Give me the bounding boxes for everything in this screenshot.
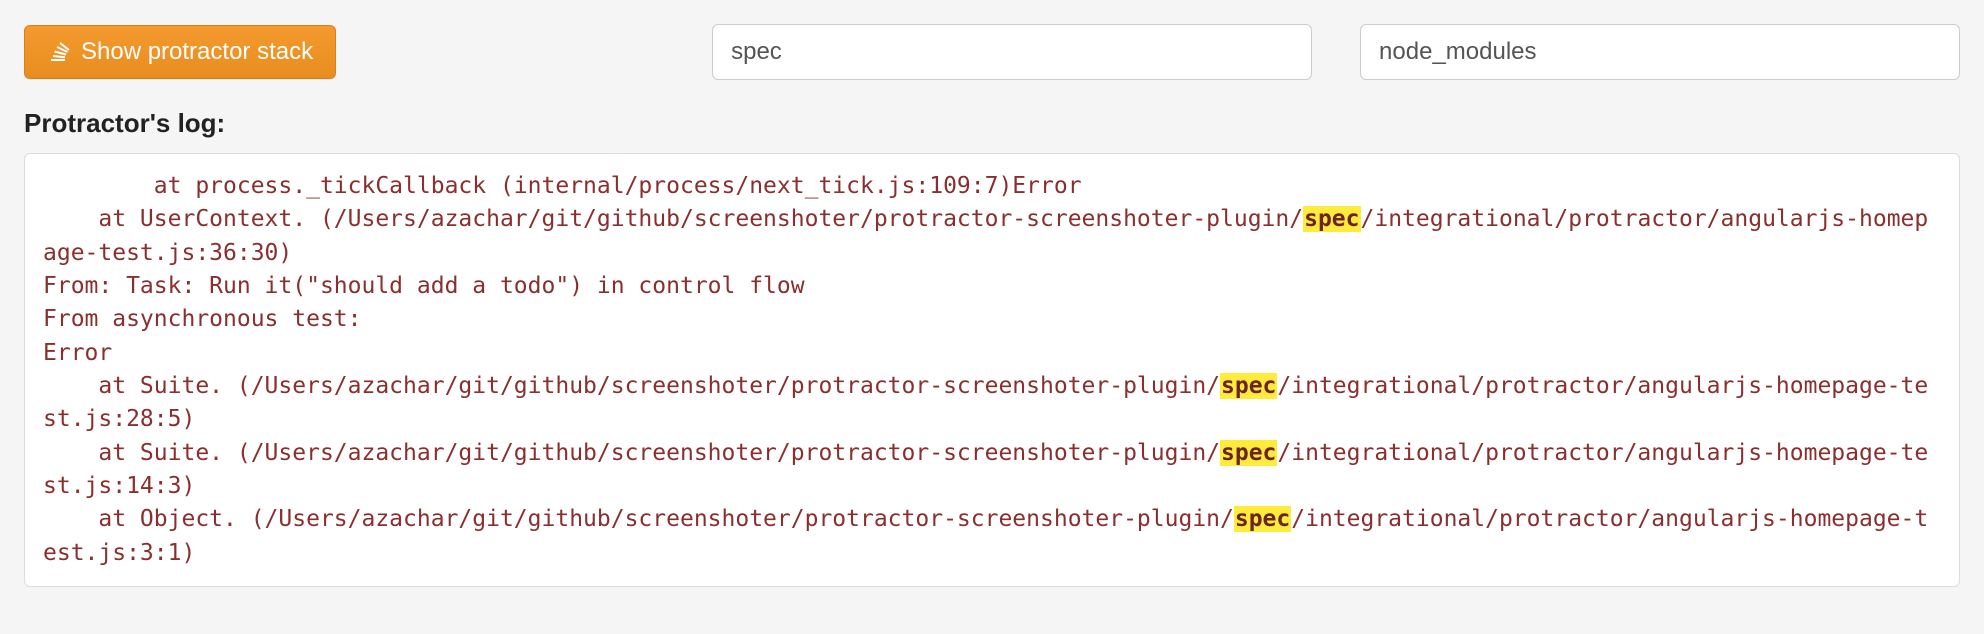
toolbar: Show protractor stack	[24, 24, 1960, 80]
exclude-filter-input[interactable]	[1360, 24, 1960, 80]
log-title: Protractor's log:	[24, 108, 1960, 139]
log-output: at process._tickCallback (internal/proce…	[24, 153, 1960, 587]
show-protractor-stack-button[interactable]: Show protractor stack	[24, 25, 336, 79]
highlight-filter-input[interactable]	[712, 24, 1312, 80]
show-stack-label: Show protractor stack	[81, 38, 313, 66]
highlighted-term: spec	[1303, 206, 1360, 232]
highlighted-term: spec	[1234, 506, 1291, 532]
highlighted-term: spec	[1220, 373, 1277, 399]
stack-icon	[47, 40, 71, 64]
highlighted-term: spec	[1220, 440, 1277, 466]
